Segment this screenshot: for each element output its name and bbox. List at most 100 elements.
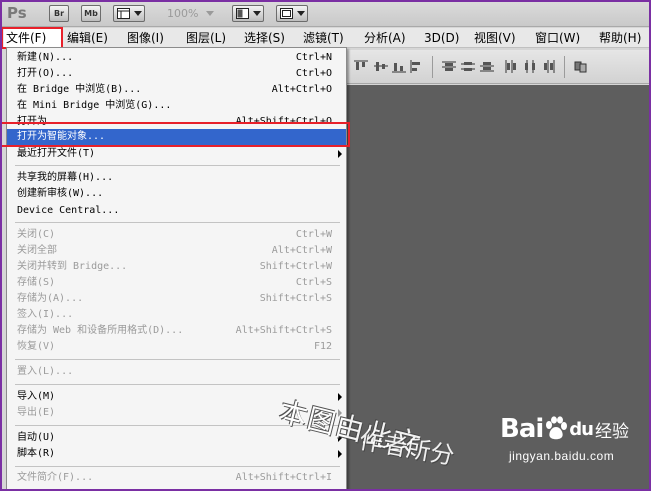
- menu-separator: [15, 466, 340, 467]
- menu-item-label: 签入(I)...: [17, 309, 74, 320]
- distribute-left-edges-icon[interactable]: [504, 60, 518, 73]
- distribute-right-edges-icon[interactable]: [542, 60, 556, 73]
- menu-item-label: 存储为 Web 和设备所用格式(D)...: [17, 325, 184, 336]
- menu-item-label: 共享我的屏幕(H)...: [17, 172, 114, 183]
- submenu-arrow-icon: [338, 450, 342, 458]
- baidu-logo-bai: Bai: [500, 414, 544, 444]
- menu-item-label: 关闭全部: [17, 245, 57, 256]
- chevron-down-icon: [134, 10, 142, 16]
- menu-item-check-in[interactable]: 签入(I)...: [7, 307, 346, 323]
- toolbar-divider: [564, 56, 565, 78]
- menu-item-save[interactable]: 存储(S) Ctrl+S: [7, 275, 346, 291]
- menu-item-close-all[interactable]: 关闭全部 Alt+Ctrl+W: [7, 243, 346, 259]
- menu-item-shortcut: Alt+Ctrl+W: [271, 245, 332, 256]
- menu-item-label: 创建新审核(W)...: [17, 188, 104, 199]
- menu-item-label: 导出(E): [17, 407, 56, 418]
- menu-bar: 文件(F) 编辑(E) 图像(I) 图层(L) 选择(S) 滤镜(T) 分析(A…: [0, 28, 651, 48]
- menu-separator: [15, 384, 340, 385]
- menu-item-device-central[interactable]: Device Central...: [7, 203, 346, 219]
- menu-edit[interactable]: 编辑(E): [67, 28, 108, 48]
- menu-item-save-for-web[interactable]: 存储为 Web 和设备所用格式(D)... Alt+Shift+Ctrl+S: [7, 323, 346, 339]
- arrange-documents-button[interactable]: [232, 4, 265, 22]
- baidu-logo-du: du: [569, 418, 594, 440]
- menu-item-save-as[interactable]: 存储为(A)... Shift+Ctrl+S: [7, 291, 346, 307]
- menu-item-browse-in-mini-bridge[interactable]: 在 Mini Bridge 中浏览(G)...: [7, 98, 346, 114]
- menu-analysis[interactable]: 分析(A): [364, 28, 406, 48]
- menu-item-new[interactable]: 新建(N)... Ctrl+N: [7, 50, 346, 66]
- align-left-edges-icon[interactable]: [410, 60, 424, 73]
- menu-item-label: 在 Bridge 中浏览(B)...: [17, 84, 142, 95]
- align-bottom-edges-icon[interactable]: [392, 60, 406, 73]
- menu-item-label: 置入(L)...: [17, 366, 74, 377]
- options-bar: [346, 50, 651, 84]
- screen-mode-icon: [280, 7, 294, 19]
- menu-item-shortcut: Alt+Shift+Ctrl+I: [235, 472, 332, 483]
- menu-item-label: 存储(S): [17, 277, 56, 288]
- menu-item-label: 最近打开文件(T): [17, 148, 96, 159]
- menu-item-close-and-go-to-bridge[interactable]: 关闭并转到 Bridge... Shift+Ctrl+W: [7, 259, 346, 275]
- arrange-layout-icon: [236, 7, 250, 19]
- screen-mode-button[interactable]: [276, 4, 309, 22]
- toolbar-divider: [432, 56, 433, 78]
- menu-item-place[interactable]: 置入(L)...: [7, 364, 346, 380]
- chevron-down-icon: [206, 10, 215, 16]
- menu-separator: [15, 359, 340, 360]
- menu-separator: [15, 165, 340, 166]
- menu-3d[interactable]: 3D(D): [424, 28, 459, 48]
- menu-item-label: 新建(N)...: [17, 52, 74, 63]
- chevron-down-icon: [297, 10, 306, 16]
- menu-item-revert[interactable]: 恢复(V) F12: [7, 339, 346, 355]
- menu-item-label: 自动(U): [17, 432, 56, 443]
- menu-item-share-my-screen[interactable]: 共享我的屏幕(H)...: [7, 170, 346, 186]
- menu-item-file-info[interactable]: 文件简介(F)... Alt+Shift+Ctrl+I: [7, 470, 346, 486]
- baidu-jingyan-logo: Bai du 经验: [500, 412, 629, 446]
- menu-item-shortcut: Ctrl+O: [295, 68, 332, 79]
- menu-image[interactable]: 图像(I): [127, 28, 164, 48]
- annotation-highlight-open-as-smart-object: [0, 122, 350, 147]
- menu-item-label: 脚本(R): [17, 448, 56, 459]
- zoom-level-select[interactable]: 100%: [167, 6, 215, 20]
- film-grid-icon: [117, 7, 130, 19]
- baidu-paw-icon: [546, 416, 568, 440]
- photoshop-logo: Ps: [7, 4, 27, 22]
- menu-item-label: 存储为(A)...: [17, 293, 84, 304]
- launch-bridge-button[interactable]: Br: [49, 4, 69, 22]
- menu-item-shortcut: Ctrl+W: [295, 229, 332, 240]
- menu-item-label: 恢复(V): [17, 341, 56, 352]
- menu-item-shortcut: Shift+Ctrl+W: [259, 261, 332, 272]
- menu-window[interactable]: 窗口(W): [535, 28, 580, 48]
- menu-layer[interactable]: 图层(L): [186, 28, 226, 48]
- menu-item-open[interactable]: 打开(O)... Ctrl+O: [7, 66, 346, 82]
- application-bar: Ps Br Mb 100%: [0, 0, 651, 27]
- zoom-level-value: 100%: [167, 6, 199, 20]
- align-vertical-centers-icon[interactable]: [374, 60, 388, 73]
- menu-item-browse-in-bridge[interactable]: 在 Bridge 中浏览(B)... Alt+Ctrl+O: [7, 82, 346, 98]
- distribute-horizontal-centers-icon[interactable]: [523, 60, 537, 73]
- distribute-top-edges-icon[interactable]: [442, 60, 456, 73]
- menu-item-label: 关闭(C): [17, 229, 56, 240]
- auto-align-layers-icon[interactable]: [574, 60, 588, 73]
- distribute-vertical-centers-icon[interactable]: [461, 60, 475, 73]
- menu-item-label: Device Central...: [17, 205, 120, 216]
- menu-item-label: 在 Mini Bridge 中浏览(G)...: [17, 100, 172, 111]
- menu-filter[interactable]: 滤镜(T): [303, 28, 344, 48]
- chevron-down-icon: [253, 10, 262, 16]
- menu-select[interactable]: 选择(S): [244, 28, 285, 48]
- menu-separator: [15, 222, 340, 223]
- menu-item-scripts[interactable]: 脚本(R): [7, 446, 346, 462]
- submenu-arrow-icon: [338, 393, 342, 401]
- align-top-edges-icon[interactable]: [354, 60, 368, 73]
- menu-item-shortcut: Ctrl+S: [295, 277, 332, 288]
- menu-item-label: 关闭并转到 Bridge...: [17, 261, 128, 272]
- menu-item-create-new-review[interactable]: 创建新审核(W)...: [7, 186, 346, 202]
- menu-item-label: 文件简介(F)...: [17, 472, 94, 483]
- launch-mini-bridge-button[interactable]: Mb: [81, 4, 101, 22]
- distribute-bottom-edges-icon[interactable]: [480, 60, 494, 73]
- menu-help[interactable]: 帮助(H): [599, 28, 641, 48]
- view-extras-button[interactable]: [113, 4, 145, 22]
- submenu-arrow-icon: [338, 150, 342, 158]
- menu-item-close[interactable]: 关闭(C) Ctrl+W: [7, 227, 346, 243]
- menu-item-shortcut: Ctrl+N: [295, 52, 332, 63]
- menu-item-open-recent[interactable]: 最近打开文件(T): [7, 146, 346, 162]
- menu-view[interactable]: 视图(V): [474, 28, 516, 48]
